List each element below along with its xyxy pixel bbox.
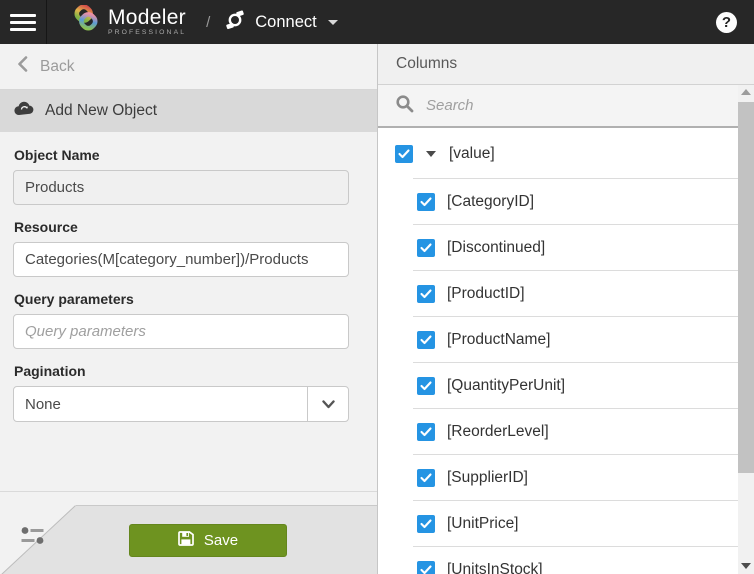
back-label: Back <box>40 58 74 76</box>
search-input[interactable] <box>426 85 754 126</box>
checkbox-checked[interactable] <box>417 515 435 533</box>
select-arrow-button[interactable] <box>307 387 348 421</box>
column-row[interactable]: [ProductID] <box>378 271 754 317</box>
checkbox-checked[interactable] <box>417 377 435 395</box>
app-window: Modeler PROFESSIONAL / Connect ? <box>0 0 754 574</box>
checkbox-checked[interactable] <box>417 285 435 303</box>
column-label: [value] <box>449 145 495 163</box>
column-row[interactable]: [UnitPrice] <box>378 501 754 547</box>
columns-panel: Columns [value] [CategoryID] <box>378 44 754 574</box>
connect-icon <box>224 9 246 36</box>
column-row[interactable]: [CategoryID] <box>378 179 754 225</box>
scrollbar-thumb[interactable] <box>738 102 754 473</box>
scroll-up-arrow-icon[interactable] <box>741 89 751 95</box>
save-button[interactable]: Save <box>129 524 287 557</box>
column-row[interactable]: [ReorderLevel] <box>378 409 754 455</box>
connect-label: Connect <box>255 13 316 32</box>
object-form: Object Name Resource Query parameters Pa… <box>0 132 377 492</box>
column-row[interactable]: [SupplierID] <box>378 455 754 501</box>
brand-name: Modeler <box>108 7 186 28</box>
query-parameters-input[interactable] <box>13 314 349 349</box>
columns-title: Columns <box>396 55 457 73</box>
top-bar: Modeler PROFESSIONAL / Connect ? <box>0 0 754 44</box>
columns-header: Columns <box>378 44 754 85</box>
main-area: Back Add New Object Object Name Resource <box>0 44 754 574</box>
pagination-value: None <box>14 396 307 413</box>
column-label: [Discontinued] <box>447 239 545 257</box>
checkbox-checked[interactable] <box>417 193 435 211</box>
object-name-input[interactable] <box>13 170 349 205</box>
expand-caret-icon[interactable] <box>426 151 436 157</box>
search-icon <box>395 94 414 118</box>
settings-sliders-icon[interactable] <box>20 525 46 551</box>
column-label: [ReorderLevel] <box>447 423 549 441</box>
checkbox-checked[interactable] <box>417 423 435 441</box>
cloud-object-icon <box>14 101 35 121</box>
checkbox-checked[interactable] <box>417 469 435 487</box>
brand-logo: Modeler PROFESSIONAL <box>71 5 186 40</box>
search-bar <box>378 85 754 128</box>
column-label: [ProductID] <box>447 285 525 303</box>
column-label: [UnitPrice] <box>447 515 519 533</box>
back-button[interactable]: Back <box>0 44 377 90</box>
help-label: ? <box>722 14 731 31</box>
chevron-left-icon <box>17 56 28 77</box>
checkbox-checked[interactable] <box>417 331 435 349</box>
column-label: [UnitsInStock] <box>447 561 543 574</box>
hamburger-menu-button[interactable] <box>0 0 47 44</box>
left-panel: Back Add New Object Object Name Resource <box>0 44 378 574</box>
columns-list: [value] [CategoryID] [Discontinued] [Pro… <box>378 128 754 574</box>
help-button[interactable]: ? <box>716 12 737 33</box>
save-label: Save <box>204 532 238 549</box>
save-floppy-icon <box>177 530 194 551</box>
column-row[interactable]: [value] <box>378 128 754 179</box>
resource-input[interactable] <box>13 242 349 277</box>
vertical-scrollbar[interactable] <box>738 85 754 574</box>
column-row[interactable]: [UnitsInStock] <box>378 547 754 574</box>
column-label: [CategoryID] <box>447 193 534 211</box>
section-title: Add New Object <box>45 102 157 120</box>
pagination-select[interactable]: None <box>13 386 349 422</box>
checkbox-checked[interactable] <box>417 239 435 257</box>
column-row[interactable]: [QuantityPerUnit] <box>378 363 754 409</box>
column-row[interactable]: [Discontinued] <box>378 225 754 271</box>
modeler-knot-icon <box>71 5 101 40</box>
left-footer: Save <box>0 505 377 574</box>
resource-label: Resource <box>14 219 364 235</box>
brand-subtitle: PROFESSIONAL <box>108 30 186 37</box>
column-label: [SupplierID] <box>447 469 528 487</box>
section-header: Add New Object <box>0 90 377 132</box>
connect-menu[interactable]: Connect <box>224 9 337 36</box>
column-label: [ProductName] <box>447 331 550 349</box>
checkbox-checked[interactable] <box>417 561 435 574</box>
pagination-label: Pagination <box>14 363 364 379</box>
query-parameters-label: Query parameters <box>14 291 364 307</box>
breadcrumb-separator: / <box>206 14 210 31</box>
object-name-label: Object Name <box>14 147 364 163</box>
column-label: [QuantityPerUnit] <box>447 377 565 395</box>
column-row[interactable]: [ProductName] <box>378 317 754 363</box>
checkbox-checked[interactable] <box>395 145 413 163</box>
chevron-down-icon <box>328 20 338 25</box>
scroll-down-arrow-icon[interactable] <box>741 563 751 569</box>
